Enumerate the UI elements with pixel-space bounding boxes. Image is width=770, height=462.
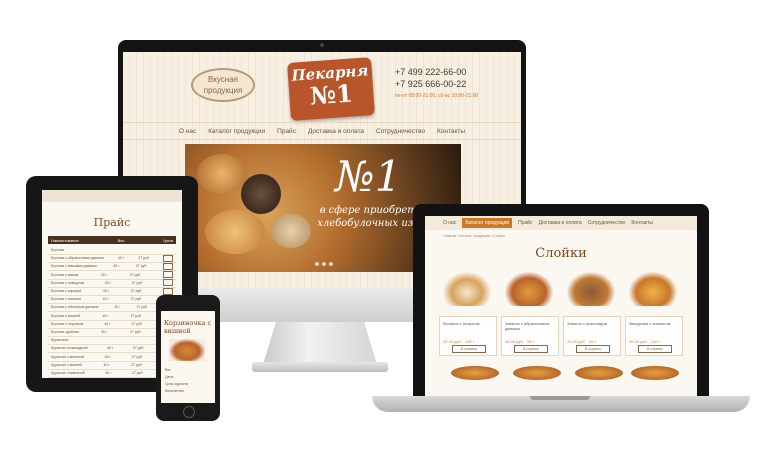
nav-contacts[interactable]: Контакты xyxy=(631,220,653,226)
bread-image xyxy=(271,214,311,248)
product-card[interactable]: Вечерка с творогом 20,00 руб. 100 гВ корз… xyxy=(439,272,497,356)
tablet-header xyxy=(42,190,182,202)
laptop-nav: О нас Каталог продукции Прайс Доставка и… xyxy=(425,216,697,230)
nav-delivery[interactable]: Доставка и оплата xyxy=(308,128,364,135)
product-name[interactable]: Завиток с шоколадом xyxy=(567,321,617,326)
product-name[interactable]: Завиток с абрикосовым джемом xyxy=(505,321,555,331)
phone-screen: Корзиночка с вишней Вес Цена Срок годнос… xyxy=(161,311,215,403)
page-title: Слойки xyxy=(535,246,587,261)
price-table-header: Наименование Вес Цена xyxy=(48,236,176,244)
breadcrumb[interactable]: Главная / Каталог продукции / Слойки xyxy=(443,234,505,238)
nav-delivery[interactable]: Доставка и оплата xyxy=(539,220,582,226)
add-to-cart-button[interactable]: В корзину xyxy=(576,345,610,353)
product-info: Вечерка с творогом 20,00 руб. 100 гВ корз… xyxy=(439,316,497,356)
nav-catalog[interactable]: Каталог продукции xyxy=(208,128,265,135)
bread-image xyxy=(241,174,281,214)
camera-icon xyxy=(320,43,324,47)
nav-about[interactable]: О нас xyxy=(179,128,196,135)
add-to-cart-button[interactable] xyxy=(162,262,173,270)
product-image[interactable] xyxy=(513,366,561,380)
product-image[interactable] xyxy=(567,272,615,306)
page-title: Прайс xyxy=(93,216,131,229)
monitor-base xyxy=(252,362,388,372)
phone-2[interactable]: +7 925 666-00-22 xyxy=(395,78,478,90)
add-to-cart-button[interactable] xyxy=(163,279,173,287)
product-price: 20,00 руб. 100 г xyxy=(443,339,475,344)
brand-logo[interactable]: Пекарня №1 xyxy=(287,57,375,121)
product-image[interactable] xyxy=(575,366,623,380)
product-price: 20,00 руб. 110 г xyxy=(629,339,661,344)
slider-dots[interactable] xyxy=(315,262,333,266)
product-name[interactable]: Звездочка с ананасом xyxy=(629,321,679,326)
product-price: 20,00 руб. 95 г xyxy=(567,339,597,344)
bread-image xyxy=(197,154,247,194)
add-to-cart-button[interactable] xyxy=(162,254,173,262)
desktop-nav: О нас Каталог продукции Прайс Доставка и… xyxy=(123,122,521,140)
product-image[interactable] xyxy=(629,272,677,306)
laptop-notch xyxy=(530,396,590,400)
product-card[interactable]: Завиток с шоколадом 20,00 руб. 95 гВ корз… xyxy=(563,272,621,356)
product-card[interactable]: Звездочка с ананасом 20,00 руб. 110 гВ ко… xyxy=(625,272,683,356)
product-image[interactable] xyxy=(451,366,499,380)
home-button[interactable] xyxy=(183,406,195,418)
add-to-cart-button[interactable]: В корзину xyxy=(638,345,672,353)
add-to-cart-button[interactable]: В корзину xyxy=(514,345,548,353)
product-name[interactable]: Вечерка с творогом xyxy=(443,321,493,326)
nav-price[interactable]: Прайс xyxy=(277,128,296,135)
product-info: Завиток с абрикосовым джемом 20,00 руб. 9… xyxy=(501,316,559,356)
product-details: Вес Цена Срок годности Количество xyxy=(165,368,189,393)
product-info: Завиток с шоколадом 20,00 руб. 95 гВ корз… xyxy=(563,316,621,356)
product-image[interactable] xyxy=(443,272,491,306)
product-title: Корзиночка с вишней xyxy=(164,319,212,335)
nav-contacts[interactable]: Контакты xyxy=(437,128,465,135)
phone-1[interactable]: +7 499 222-66-00 xyxy=(395,66,478,78)
product-info: Звездочка с ананасом 20,00 руб. 110 гВ ко… xyxy=(625,316,683,356)
product-price: 20,00 руб. 95 г xyxy=(505,339,535,344)
add-to-cart-button[interactable]: В корзину xyxy=(452,345,486,353)
nav-about[interactable]: О нас xyxy=(443,220,456,226)
nav-catalog[interactable]: Каталог продукции xyxy=(462,218,513,228)
hero-number: №1 xyxy=(335,152,402,201)
product-card[interactable]: Завиток с абрикосовым джемом 20,00 руб. 9… xyxy=(501,272,559,356)
nav-partnership[interactable]: Сотрудничество xyxy=(376,128,425,135)
product-image[interactable] xyxy=(631,366,679,380)
oval-logo[interactable]: Вкусная продукция xyxy=(191,68,255,102)
product-image[interactable] xyxy=(505,272,553,306)
laptop-device: О нас Каталог продукции Прайс Доставка и… xyxy=(413,204,709,396)
product-image[interactable] xyxy=(169,339,205,361)
laptop-screen: О нас Каталог продукции Прайс Доставка и… xyxy=(425,216,697,396)
contact-phones: +7 499 222-66-00 +7 925 666-00-22 пн-пт … xyxy=(395,66,478,102)
nav-price[interactable]: Прайс xyxy=(518,220,532,226)
add-to-cart-button[interactable] xyxy=(163,271,173,279)
phone-device: Корзиночка с вишней Вес Цена Срок годнос… xyxy=(156,295,220,421)
nav-partnership[interactable]: Сотрудничество xyxy=(588,220,626,226)
bread-image xyxy=(205,210,265,254)
add-to-cart-button[interactable] xyxy=(163,287,173,295)
phone-note: пн-пт 08:00-21:00, сб-вс 10:00-21:00 xyxy=(395,93,479,99)
